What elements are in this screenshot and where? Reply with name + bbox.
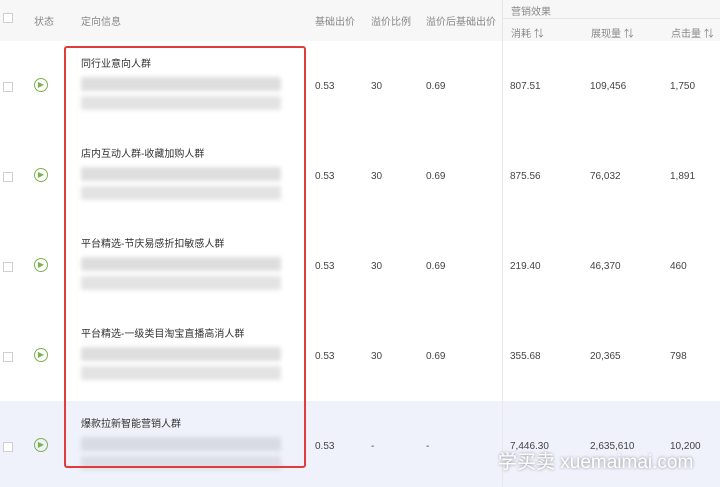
spend-value: 807.51 (510, 81, 541, 92)
play-circle-icon[interactable]: ▶ (34, 438, 48, 452)
base-bid-value[interactable]: 0.53 (315, 351, 334, 362)
base-bid-value[interactable]: 0.53 (315, 81, 334, 92)
table-row-selected: ▶ 爆款拉新智能营销人群 0.53 - - 7,446.30 2,635,610… (0, 401, 720, 487)
header-premium-ratio[interactable]: 溢价比例 (371, 13, 411, 28)
redacted-detail (81, 186, 281, 200)
efficiency-header-group: 营销效果 消耗 ⇅ 展现量 ⇅ 点击量 ⇅ (502, 0, 720, 41)
premium-ratio-value[interactable]: 30 (371, 171, 382, 182)
base-bid-value[interactable]: 0.53 (315, 441, 334, 452)
header-divider (503, 18, 720, 19)
play-circle-icon[interactable]: ▶ (34, 78, 48, 92)
play-circle-icon[interactable]: ▶ (34, 168, 48, 182)
premium-ratio-value[interactable]: 30 (371, 351, 382, 362)
table-row: ▶ 平台精选-节庆易感折扣敏感人群 0.53 30 0.69 219.40 46… (0, 221, 720, 312)
header-status: 状态 (34, 17, 54, 28)
header-base-bid[interactable]: 基础出价 (315, 13, 355, 28)
spend-value: 355.68 (510, 351, 541, 362)
spend-value: 875.56 (510, 171, 541, 182)
redacted-detail (81, 366, 281, 380)
row-checkbox[interactable] (3, 172, 13, 182)
premium-bid-value: 0.69 (426, 81, 446, 92)
premium-ratio-value[interactable]: 30 (371, 81, 382, 92)
clicks-value: 1,891 (670, 171, 696, 182)
column-divider (502, 41, 503, 487)
header-premium-bid[interactable]: 溢价后基础出价 (426, 13, 496, 28)
premium-ratio-value[interactable]: 30 (371, 261, 382, 272)
row-checkbox[interactable] (3, 82, 13, 92)
premium-ratio-value[interactable]: - (371, 441, 374, 452)
premium-bid-value: 0.69 (426, 351, 446, 362)
play-circle-icon[interactable]: ▶ (34, 348, 48, 362)
watermark: 学买卖 xuemaimai.com (498, 452, 694, 473)
clicks-value: 1,750 (670, 81, 696, 92)
table-row: ▶ 店内互动人群-收藏加购人群 0.53 30 0.69 875.56 76,0… (0, 131, 720, 222)
table-header: 状态 定向信息 基础出价 溢价比例 溢价后基础出价 营销效果 消耗 ⇅ 展现量 … (0, 0, 720, 42)
select-all-checkbox[interactable] (3, 13, 13, 23)
spend-value: 219.40 (510, 261, 541, 272)
redacted-detail (81, 276, 281, 290)
premium-bid-value: 0.69 (426, 171, 446, 182)
impressions-value: 20,365 (590, 351, 621, 362)
base-bid-value[interactable]: 0.53 (315, 171, 334, 182)
redacted-detail (81, 96, 281, 110)
targeting-table: 状态 定向信息 基础出价 溢价比例 溢价后基础出价 营销效果 消耗 ⇅ 展现量 … (0, 0, 720, 487)
header-impressions[interactable]: 展现量 ⇅ (591, 25, 634, 40)
redacted-detail (81, 77, 281, 91)
premium-bid-value: 0.69 (426, 261, 446, 272)
header-clicks[interactable]: 点击量 ⇅ (671, 25, 714, 40)
redacted-detail (81, 257, 281, 271)
premium-bid-value: - (426, 441, 430, 452)
redacted-detail (81, 437, 281, 451)
table-row: ▶ 平台精选-一级类目淘宝直播高消人群 0.53 30 0.69 355.68 … (0, 311, 720, 402)
targeting-name: 爆款拉新智能营销人群 (81, 419, 181, 430)
table-row: ▶ 同行业意向人群 0.53 30 0.69 807.51 109,456 1,… (0, 41, 720, 132)
targeting-name: 同行业意向人群 (81, 59, 151, 70)
row-checkbox[interactable] (3, 442, 13, 452)
targeting-name: 平台精选-一级类目淘宝直播高消人群 (81, 329, 245, 340)
impressions-value: 76,032 (590, 171, 621, 182)
play-circle-icon[interactable]: ▶ (34, 258, 48, 272)
row-checkbox[interactable] (3, 262, 13, 272)
header-efficiency: 营销效果 (511, 7, 551, 18)
impressions-value: 109,456 (590, 81, 627, 92)
clicks-value: 798 (670, 351, 687, 362)
redacted-detail (81, 456, 281, 470)
targeting-name: 平台精选-节庆易感折扣敏感人群 (81, 239, 225, 250)
clicks-value: 460 (670, 261, 687, 272)
row-checkbox[interactable] (3, 352, 13, 362)
redacted-detail (81, 347, 281, 361)
header-spend[interactable]: 消耗 ⇅ (511, 25, 544, 40)
header-targeting: 定向信息 (81, 17, 121, 28)
targeting-name: 店内互动人群-收藏加购人群 (81, 149, 205, 160)
impressions-value: 46,370 (590, 261, 621, 272)
redacted-detail (81, 167, 281, 181)
base-bid-value[interactable]: 0.53 (315, 261, 334, 272)
